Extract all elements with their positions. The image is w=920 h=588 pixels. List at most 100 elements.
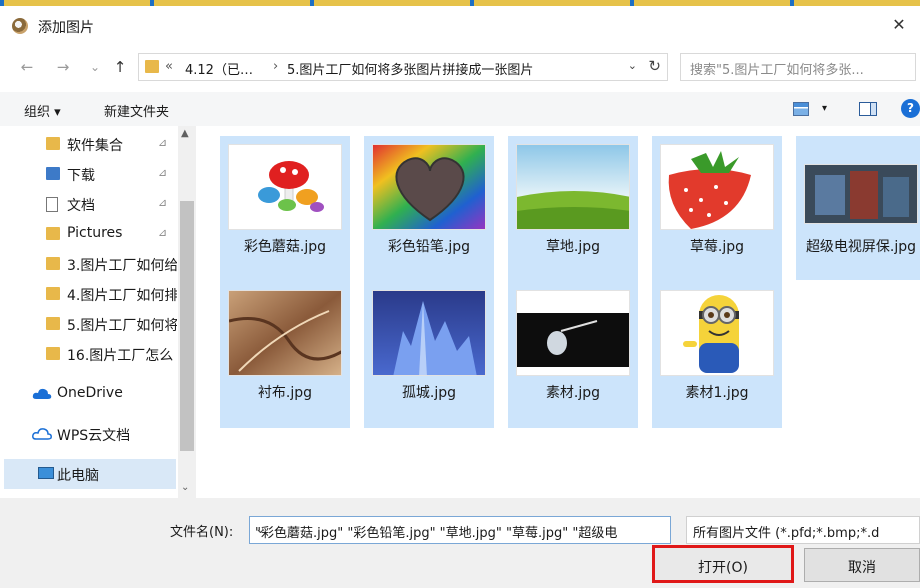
- folder-icon: [46, 137, 60, 150]
- preview-pane-icon[interactable]: [859, 102, 877, 116]
- file-name: 素材.jpg: [545, 385, 601, 401]
- image-thumbnail: [372, 144, 486, 230]
- folder-icon: [145, 60, 159, 73]
- image-thumbnail: [660, 144, 774, 230]
- image-thumbnail: [516, 144, 630, 230]
- forward-arrow-icon[interactable]: →: [52, 56, 74, 78]
- window-title: 添加图片: [38, 20, 94, 36]
- file-name: 彩色铅笔.jpg: [387, 239, 471, 255]
- address-dropdown-icon[interactable]: ⌄: [628, 59, 637, 72]
- sidebar-item-wps-cloud[interactable]: WPS云文档: [0, 419, 176, 449]
- file-name: 孤城.jpg: [401, 385, 457, 401]
- back-arrow-icon[interactable]: ←: [16, 56, 38, 78]
- sidebar-item-label: 5.图片工厂如何将: [67, 318, 177, 334]
- search-placeholder: 搜索"5.图片工厂如何将多张...: [690, 63, 864, 78]
- image-thumbnail: [660, 290, 774, 376]
- file-name: 草地.jpg: [545, 239, 601, 255]
- image-thumbnail: [516, 290, 630, 376]
- image-thumbnail: [228, 290, 342, 376]
- file-name: 彩色蘑菇.jpg: [243, 239, 327, 255]
- image-thumbnail: [228, 144, 342, 230]
- sidebar-item-this-pc[interactable]: 此电脑: [4, 459, 176, 489]
- sidebar-item-onedrive[interactable]: OneDrive: [0, 379, 176, 409]
- file-tile-strawberry[interactable]: 草莓.jpg: [652, 136, 782, 282]
- title-bar: [0, 0, 920, 46]
- sidebar-scrollbar[interactable]: ▲ ⌄: [178, 126, 196, 498]
- open-button-label: 打开(O): [698, 560, 748, 576]
- computer-icon: [38, 467, 54, 479]
- change-view-icon[interactable]: [793, 102, 809, 116]
- navigation-pane: 软件集合 ⊿ 下载 ⊿ 文档 ⊿ Pictures ⊿ 3.图片工厂如何给 4.…: [0, 126, 196, 498]
- search-input[interactable]: 搜索"5.图片工厂如何将多张...: [680, 53, 916, 81]
- cancel-button-label: 取消: [848, 560, 876, 576]
- file-tile-minion[interactable]: 素材1.jpg: [652, 282, 782, 428]
- file-tile-pencils[interactable]: 彩色铅笔.jpg: [364, 136, 494, 282]
- pin-icon: ⊿: [158, 136, 168, 149]
- file-tile-fabric[interactable]: 衬布.jpg: [220, 282, 350, 428]
- organize-button[interactable]: 组织 ▾: [24, 101, 61, 120]
- file-tile-material[interactable]: 素材.jpg: [508, 282, 638, 428]
- sidebar-item-software[interactable]: 软件集合 ⊿: [0, 129, 176, 159]
- breadcrumb-parent[interactable]: 4.12（已…: [185, 59, 253, 78]
- folder-icon: [46, 227, 60, 240]
- sidebar-item-label: 此电脑: [57, 468, 99, 484]
- file-tile-grassland[interactable]: 草地.jpg: [508, 136, 638, 282]
- recent-locations-dropdown[interactable]: ⌄: [84, 56, 106, 78]
- folder-icon: [46, 317, 60, 330]
- sidebar-item-folder-16[interactable]: 16.图片工厂怎么: [0, 339, 176, 369]
- image-thumbnail: [804, 164, 918, 224]
- sidebar-item-label: 16.图片工厂怎么: [67, 348, 174, 364]
- breadcrumb-overflow[interactable]: «: [165, 59, 173, 74]
- file-tile-transformers[interactable]: 超级电视屏保.jpg: [796, 136, 920, 280]
- sidebar-item-downloads[interactable]: 下载 ⊿: [0, 159, 176, 189]
- sidebar-item-label: OneDrive: [57, 385, 123, 401]
- scrollbar-thumb[interactable]: [180, 201, 194, 451]
- breadcrumb-separator: ›: [273, 59, 279, 74]
- address-bar[interactable]: « 4.12（已… › 5.图片工厂如何将多张图片拼接成一张图片 ⌄ ↻: [138, 53, 668, 81]
- file-name: 草莓.jpg: [689, 239, 745, 255]
- cancel-button[interactable]: 取消: [804, 548, 920, 582]
- filename-dropdown-icon[interactable]: ⌄: [255, 522, 666, 537]
- file-name: 衬布.jpg: [257, 385, 313, 401]
- toolbar: 组织 ▾ 新建文件夹 ▾ ?: [0, 92, 920, 126]
- sidebar-item-label: 3.图片工厂如何给: [67, 258, 177, 274]
- cloud-icon: [32, 388, 52, 399]
- view-dropdown-icon[interactable]: ▾: [822, 103, 827, 114]
- app-icon: [12, 18, 28, 34]
- sidebar-item-folder-3[interactable]: 3.图片工厂如何给: [0, 249, 177, 279]
- download-folder-icon: [46, 167, 60, 180]
- sidebar-item-label: 4.图片工厂如何排: [67, 288, 177, 304]
- filename-label: 文件名(N):: [170, 525, 234, 540]
- sidebar-item-documents[interactable]: 文档 ⊿: [0, 189, 176, 219]
- pin-icon: ⊿: [158, 196, 168, 209]
- file-tile-castle[interactable]: 孤城.jpg: [364, 282, 494, 428]
- file-list: 彩色蘑菇.jpg 彩色铅笔.jpg 草地.jpg 草莓.jpg 超级电视屏保.j…: [196, 126, 920, 498]
- help-icon[interactable]: ?: [901, 99, 920, 118]
- filename-input[interactable]: "彩色蘑菇.jpg" "彩色铅笔.jpg" "草地.jpg" "草莓.jpg" …: [249, 516, 671, 544]
- breadcrumb-current[interactable]: 5.图片工厂如何将多张图片拼接成一张图片: [287, 59, 533, 78]
- close-icon[interactable]: ✕: [884, 10, 914, 40]
- document-icon: [46, 197, 58, 212]
- pin-icon: ⊿: [158, 226, 168, 239]
- sidebar-item-folder-5[interactable]: 5.图片工厂如何将: [0, 309, 177, 339]
- file-tile-mushroom[interactable]: 彩色蘑菇.jpg: [220, 136, 350, 282]
- sidebar-item-label: WPS云文档: [57, 428, 131, 444]
- refresh-icon[interactable]: ↻: [648, 57, 661, 75]
- scroll-up-icon[interactable]: ▲: [181, 128, 189, 139]
- wps-cloud-icon: [32, 428, 52, 440]
- open-button[interactable]: 打开(O): [652, 545, 794, 583]
- folder-icon: [46, 287, 60, 300]
- new-folder-button[interactable]: 新建文件夹: [104, 101, 169, 120]
- folder-icon: [46, 347, 60, 360]
- sidebar-item-folder-4[interactable]: 4.图片工厂如何排: [0, 279, 177, 309]
- folder-icon: [46, 257, 60, 270]
- sidebar-item-pictures[interactable]: Pictures ⊿: [0, 219, 176, 249]
- background-strip: [0, 0, 920, 6]
- file-name: 超级电视屏保.jpg: [805, 239, 917, 255]
- scroll-down-icon[interactable]: ⌄: [181, 482, 189, 493]
- pin-icon: ⊿: [158, 166, 168, 179]
- file-name: 素材1.jpg: [685, 385, 749, 401]
- up-arrow-icon[interactable]: ↑: [109, 56, 131, 78]
- file-type-select[interactable]: 所有图片文件 (*.pfd;*.bmp;*.d: [686, 516, 920, 544]
- image-thumbnail: [372, 290, 486, 376]
